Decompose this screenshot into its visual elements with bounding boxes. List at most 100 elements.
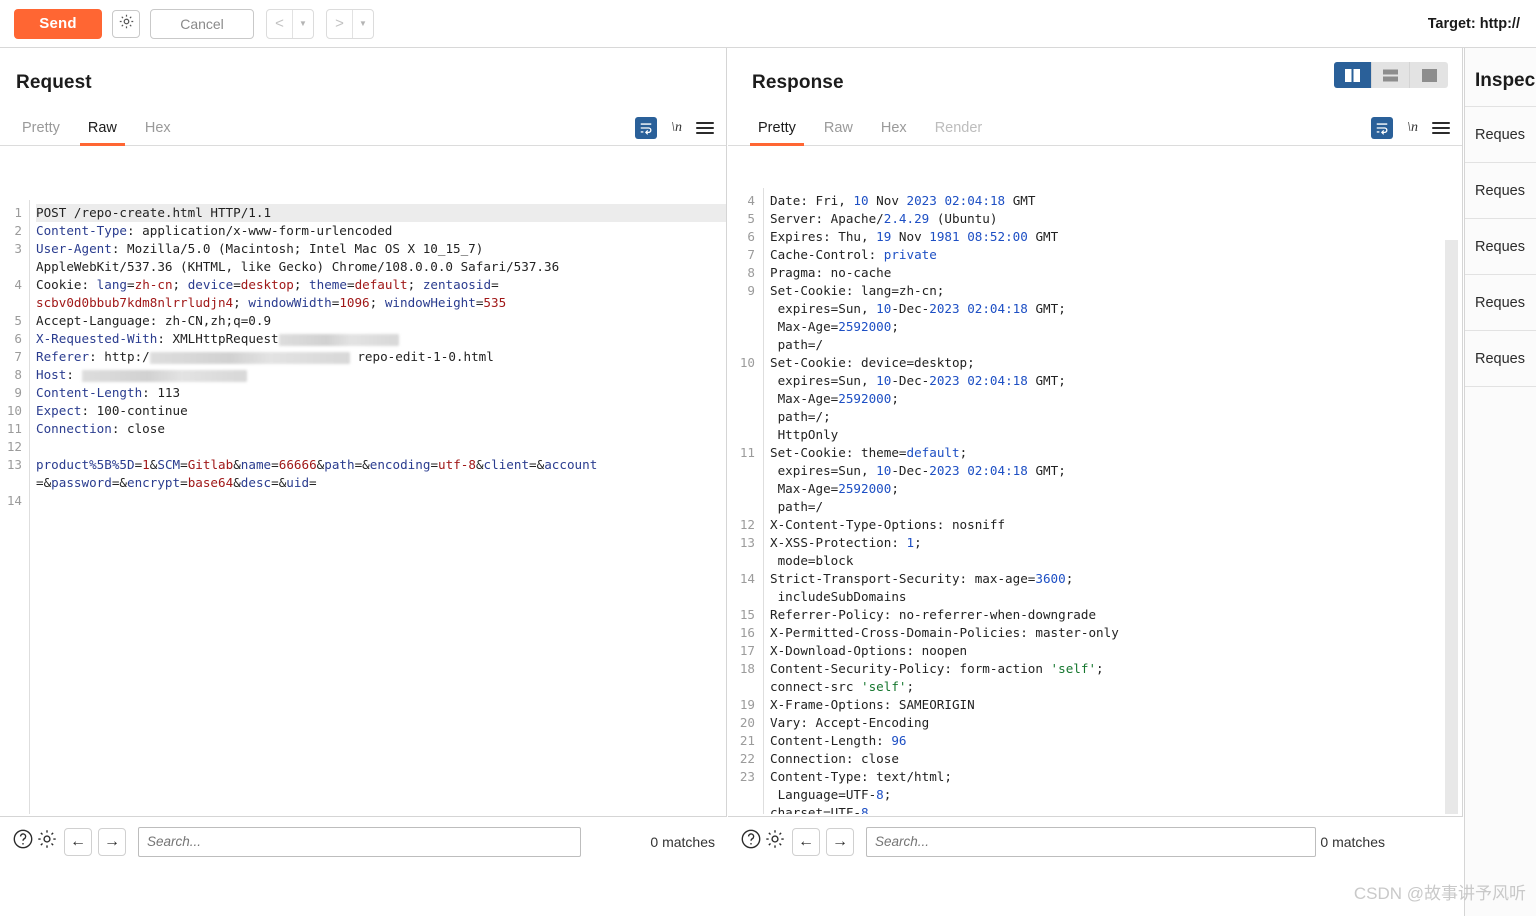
code-line[interactable]: Content-Length: 96 — [770, 732, 1462, 750]
code-line[interactable]: Content-Type: text/html; — [770, 768, 1462, 786]
code-line[interactable]: product%5B%5D=1&SCM=Gitlab&name=66666&pa… — [36, 456, 726, 474]
search-input[interactable] — [866, 826, 1316, 857]
code-line[interactable]: X-Permitted-Cross-Domain-Policies: maste… — [770, 624, 1462, 642]
code-line[interactable]: Pragma: no-cache — [770, 264, 1462, 282]
code-line[interactable]: scbv0d0bbub7kdm8nlrrludjn4; windowWidth=… — [36, 294, 726, 312]
code-line[interactable] — [36, 438, 726, 456]
code-line[interactable]: Max-Age=2592000; — [770, 480, 1462, 498]
send-button[interactable]: Send — [14, 8, 102, 39]
tab-request-raw[interactable]: Raw — [74, 120, 131, 146]
code-line[interactable]: X-Content-Type-Options: nosniff — [770, 516, 1462, 534]
code-line[interactable]: Cookie: lang=zh-cn; device=desktop; them… — [36, 276, 726, 294]
code-line[interactable]: Connection: close — [36, 420, 726, 438]
newline-toggle[interactable]: \n — [671, 120, 682, 136]
code-line[interactable]: Set-Cookie: device=desktop; — [770, 354, 1462, 372]
search-input[interactable] — [138, 826, 581, 857]
code-line[interactable]: X-Requested-With: XMLHttpRequest — [36, 330, 726, 348]
stacked-layout-button[interactable] — [1372, 62, 1410, 88]
inspector-row-request-headers[interactable]: Reques — [1465, 330, 1536, 386]
code-line[interactable]: expires=Sun, 10-Dec-2023 02:04:18 GMT; — [770, 372, 1462, 390]
code-line[interactable]: HttpOnly — [770, 426, 1462, 444]
gear-icon[interactable] — [764, 828, 786, 855]
code-line[interactable]: X-XSS-Protection: 1; — [770, 534, 1462, 552]
code-line[interactable]: Cache-Control: private — [770, 246, 1462, 264]
code-line[interactable]: Set-Cookie: lang=zh-cn; — [770, 282, 1462, 300]
code-line[interactable] — [36, 492, 726, 510]
code-line[interactable]: Accept-Language: zh-CN,zh;q=0.9 — [36, 312, 726, 330]
single-pane-layout-button[interactable] — [1410, 62, 1448, 88]
tab-request-hex[interactable]: Hex — [131, 120, 185, 145]
code-line[interactable]: AppleWebKit/537.36 (KHTML, like Gecko) C… — [36, 258, 726, 276]
chevron-down-icon[interactable]: ▼ — [293, 10, 313, 38]
history-back-button[interactable]: < ▼ — [266, 8, 314, 39]
tab-response-render[interactable]: Render — [921, 120, 997, 145]
side-by-side-layout-button[interactable] — [1334, 62, 1372, 88]
code-line[interactable]: charset=UTF-8 — [770, 804, 1462, 814]
code-line[interactable]: Host: — [36, 366, 726, 384]
code-line[interactable]: Max-Age=2592000; — [770, 390, 1462, 408]
response-editor[interactable]: 45678910111213141516171819202122232425 D… — [728, 188, 1462, 814]
hamburger-menu-icon[interactable] — [696, 122, 714, 134]
code-line[interactable]: Content-Security-Policy: form-action 'se… — [770, 660, 1462, 678]
code-line[interactable]: expires=Sun, 10-Dec-2023 02:04:18 GMT; — [770, 462, 1462, 480]
tab-response-raw[interactable]: Raw — [810, 120, 867, 145]
search-next-button[interactable]: → — [826, 827, 854, 856]
code-line[interactable]: User-Agent: Mozilla/5.0 (Macintosh; Inte… — [36, 240, 726, 258]
help-icon[interactable] — [740, 828, 762, 855]
code-token: ; — [233, 295, 249, 310]
response-scrollbar[interactable] — [1445, 240, 1458, 814]
code-line[interactable]: Set-Cookie: theme=default; — [770, 444, 1462, 462]
word-wrap-icon[interactable] — [635, 117, 658, 139]
code-line[interactable]: Strict-Transport-Security: max-age=3600; — [770, 570, 1462, 588]
code-line[interactable]: Referrer-Policy: no-referrer-when-downgr… — [770, 606, 1462, 624]
code-line[interactable]: expires=Sun, 10-Dec-2023 02:04:18 GMT; — [770, 300, 1462, 318]
code-line[interactable]: mode=block — [770, 552, 1462, 570]
code-line[interactable]: Referer: http:/ repo-edit-1-0.html — [36, 348, 726, 366]
code-line[interactable]: Content-Type: application/x-www-form-url… — [36, 222, 726, 240]
code-line[interactable]: X-Frame-Options: SAMEORIGIN — [770, 696, 1462, 714]
cancel-button[interactable]: Cancel — [150, 8, 254, 39]
code-token: 3600 — [1035, 571, 1066, 586]
code-line[interactable]: includeSubDomains — [770, 588, 1462, 606]
inspector-row-request-query-parameters[interactable]: Reques — [1465, 162, 1536, 218]
code-line[interactable]: Max-Age=2592000; — [770, 318, 1462, 336]
search-prev-button[interactable]: ← — [792, 827, 820, 856]
code-line[interactable]: Date: Fri, 10 Nov 2023 02:04:18 GMT — [770, 192, 1462, 210]
search-next-button[interactable]: → — [98, 827, 126, 856]
code-line[interactable]: POST /repo-create.html HTTP/1.1 — [36, 204, 726, 222]
newline-toggle[interactable]: \n — [1407, 120, 1418, 136]
code-line[interactable]: X-Download-Options: noopen — [770, 642, 1462, 660]
scrollbar-thumb[interactable] — [1445, 240, 1458, 814]
code-line[interactable]: path=/; — [770, 408, 1462, 426]
code-line[interactable]: Server: Apache/2.4.29 (Ubuntu) — [770, 210, 1462, 228]
inspector-row-request-body-parameters[interactable]: Reques — [1465, 218, 1536, 274]
request-editor[interactable]: 1 2 3 4 5 6 7 8 9 10 11 12 13 14 POST /repo-create.ht… — [0, 200, 726, 814]
gear-icon[interactable] — [36, 828, 58, 855]
hamburger-menu-icon[interactable] — [1432, 122, 1450, 134]
response-search-bar: ← → 0 matches — [728, 816, 1463, 866]
code-line[interactable]: =&password=&encrypt=base64&desc=&uid= — [36, 474, 726, 492]
code-line[interactable]: Content-Length: 113 — [36, 384, 726, 402]
tab-response-pretty[interactable]: Pretty — [744, 120, 810, 146]
code-line[interactable]: connect-src 'self'; — [770, 678, 1462, 696]
code-line[interactable]: Language=UTF-8; — [770, 786, 1462, 804]
code-line[interactable]: Expires: Thu, 19 Nov 1981 08:52:00 GMT — [770, 228, 1462, 246]
help-icon[interactable] — [12, 828, 34, 855]
inspector-row-request-attributes[interactable]: Reques — [1465, 106, 1536, 162]
chevron-down-icon[interactable]: ▼ — [353, 10, 373, 38]
code-line[interactable]: path=/ — [770, 498, 1462, 516]
search-prev-button[interactable]: ← — [64, 827, 92, 856]
code-line[interactable]: Expect: 100-continue — [36, 402, 726, 420]
inspector-row-request-cookies[interactable]: Reques — [1465, 274, 1536, 330]
code-line[interactable]: Vary: Accept-Encoding — [770, 714, 1462, 732]
code-line[interactable]: path=/ — [770, 336, 1462, 354]
tab-response-hex[interactable]: Hex — [867, 120, 921, 145]
response-code-lines[interactable]: Date: Fri, 10 Nov 2023 02:04:18 GMT Serve… — [764, 188, 1462, 814]
code-line[interactable]: Connection: close — [770, 750, 1462, 768]
history-forward-button[interactable]: > ▼ — [326, 8, 374, 39]
send-settings-button[interactable] — [112, 9, 140, 38]
word-wrap-icon[interactable] — [1371, 117, 1394, 139]
tab-request-pretty[interactable]: Pretty — [8, 120, 74, 145]
request-code-lines[interactable]: POST /repo-create.html HTTP/1.1 Content-T… — [30, 200, 726, 814]
code-token: HttpOnly — [770, 427, 839, 442]
